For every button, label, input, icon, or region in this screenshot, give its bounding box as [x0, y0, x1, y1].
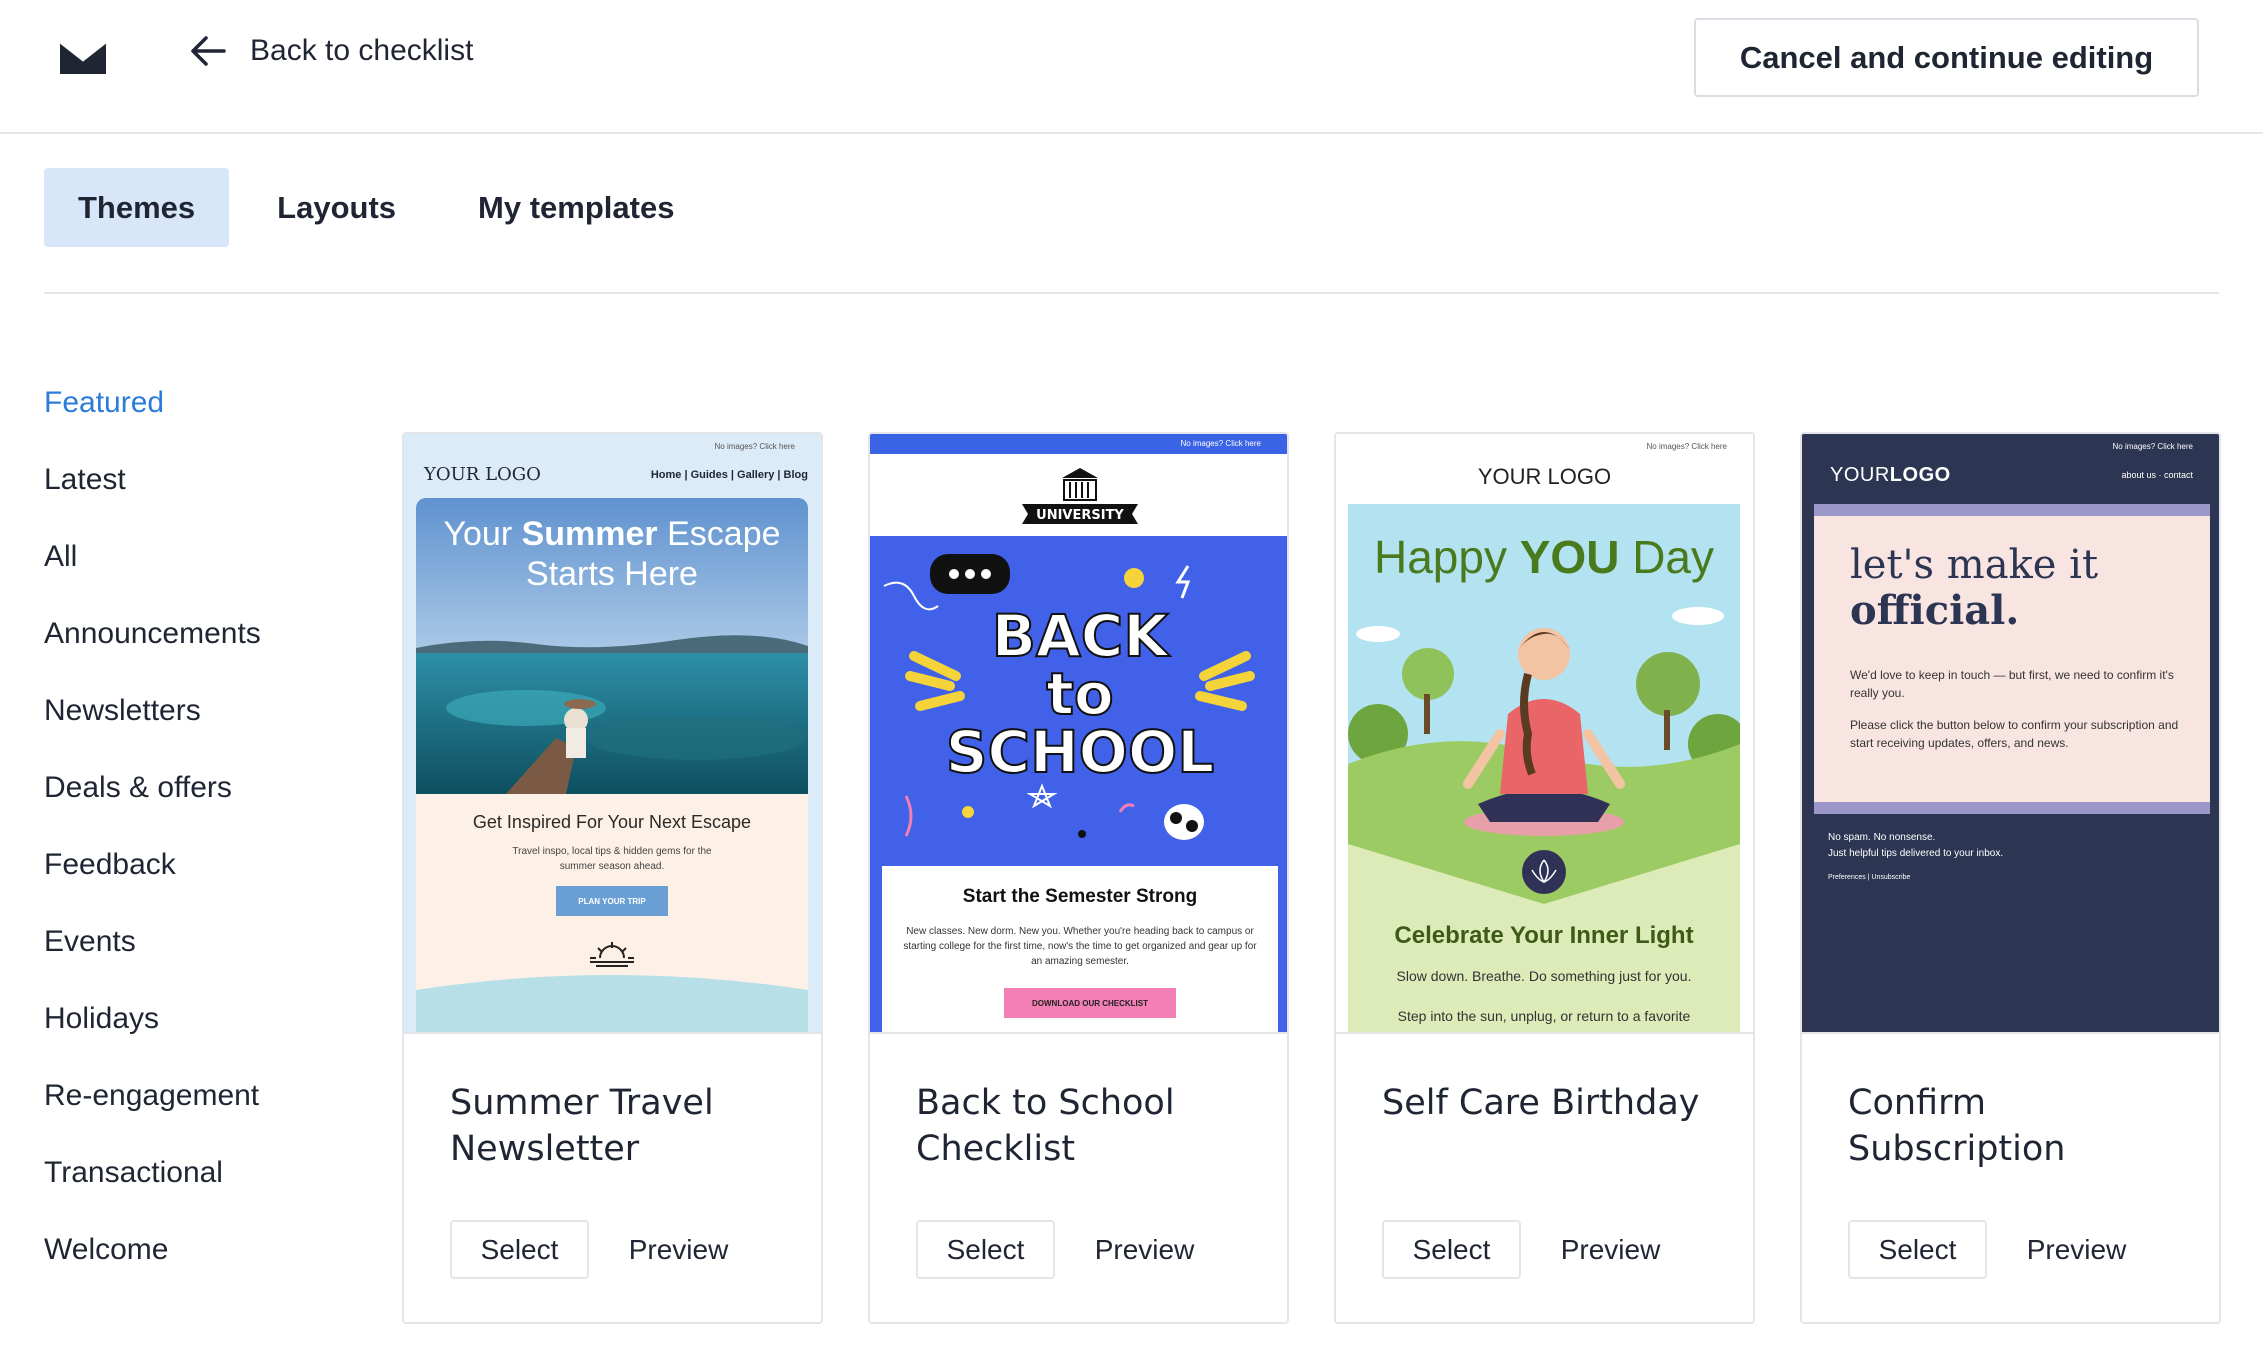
- preview-button[interactable]: Preview: [609, 1220, 748, 1279]
- email-content-box: Start the Semester Strong New classes. N…: [882, 866, 1278, 1032]
- tab-layouts[interactable]: Layouts: [243, 168, 430, 247]
- card-title: Confirm Subscription: [1848, 1083, 2066, 1169]
- hero-illustration: Happy YOU Day Celebrate Your Inner Light…: [1348, 504, 1740, 1032]
- email-heading: Start the Semester Strong: [962, 886, 1198, 907]
- hero-image: Your Summer Escape Starts Here: [416, 498, 808, 794]
- sidebar-item-feedback[interactable]: Feedback: [44, 848, 261, 925]
- template-thumbnail[interactable]: No images? Click here YOUR LOGO Happy YO…: [1336, 434, 1753, 1034]
- select-button[interactable]: Select: [1382, 1220, 1521, 1279]
- decorative-band: [1814, 504, 2210, 516]
- sun-icon: [590, 942, 634, 967]
- university-badge-icon: UNIVERSITY: [1022, 468, 1138, 524]
- email-subtitle: Get Inspired For Your Next Escape: [472, 812, 752, 832]
- arrow-left-icon: [191, 36, 226, 66]
- sidebar-item-announcements[interactable]: Announcements: [44, 617, 261, 694]
- template-card-self-care-birthday[interactable]: No images? Click here YOUR LOGO Happy YO…: [1334, 432, 1755, 1324]
- template-thumbnail[interactable]: No images? Click here YOURLOGO about us …: [1802, 434, 2219, 1034]
- svg-text:UNIVERSITY: UNIVERSITY: [1036, 508, 1124, 523]
- template-card-back-to-school[interactable]: No images? Click here UNIVERSITY BACK to…: [868, 432, 1289, 1324]
- email-body: New classes. New dorm. New you. Whether …: [903, 926, 1257, 967]
- preview-button[interactable]: Preview: [1075, 1220, 1214, 1279]
- email-headline: let's make it official.: [1850, 542, 2099, 634]
- back-to-checklist-link[interactable]: Back to checklist: [190, 34, 473, 68]
- email-footer-links: Preferences | Unsubscribe: [1828, 874, 1911, 881]
- tab-my-templates[interactable]: My templates: [444, 168, 708, 247]
- mailchimp-logo-icon[interactable]: [58, 38, 108, 78]
- email-heading: Celebrate Your Inner Light: [1394, 922, 1694, 949]
- email-body-2: Please click the button below to confirm…: [1850, 718, 2179, 750]
- email-nav-links: Home | Guides | Gallery | Blog: [650, 468, 808, 481]
- no-images-link: No images? Click here: [1646, 442, 1727, 451]
- email-brand-logo: YOURLOGO: [1830, 464, 1951, 486]
- select-button[interactable]: Select: [916, 1220, 1055, 1279]
- sidebar-item-re-engagement[interactable]: Re-engagement: [44, 1079, 261, 1156]
- template-tabs: Themes Layouts My templates: [44, 168, 708, 247]
- email-content-panel: let's make it official. We'd love to keep…: [1814, 516, 2210, 802]
- card-actions: Select Preview: [450, 1220, 748, 1279]
- email-body-line-2: Step into the sun, unplug, or return to …: [1397, 1008, 1691, 1024]
- sidebar-item-deals-offers[interactable]: Deals & offers: [44, 771, 261, 848]
- top-bar: Back to checklist Cancel and continue ed…: [0, 0, 2263, 134]
- hero-title: Your Summer Escape Starts Here: [443, 515, 781, 593]
- email-nav-links: about us · contact: [2121, 470, 2193, 480]
- email-body: Travel inspo, local tips & hidden gems f…: [512, 846, 712, 872]
- sidebar-item-transactional[interactable]: Transactional: [44, 1156, 261, 1233]
- email-brand-logo: YOUR LOGO: [424, 464, 541, 485]
- select-button[interactable]: Select: [1848, 1220, 1987, 1279]
- preview-button[interactable]: Preview: [1541, 1220, 1680, 1279]
- card-actions: Select Preview: [1848, 1220, 2146, 1279]
- email-body-line-1: Slow down. Breathe. Do something just fo…: [1396, 968, 1692, 984]
- sidebar-item-all[interactable]: All: [44, 540, 261, 617]
- decorative-band: [1814, 802, 2210, 814]
- plan-trip-cta: PLAN YOUR TRIP: [556, 886, 668, 916]
- template-thumbnail[interactable]: No images? Click here YOUR LOGO Home | G…: [404, 434, 821, 1034]
- no-images-link: No images? Click here: [1180, 439, 1261, 448]
- card-title: Self Care Birthday: [1382, 1083, 1700, 1123]
- email-footer-text: No spam. No nonsense. Just helpful tips …: [1828, 832, 2004, 859]
- tabs-divider: [44, 292, 2219, 294]
- back-label: Back to checklist: [250, 34, 474, 67]
- card-actions: Select Preview: [916, 1220, 1214, 1279]
- preview-button[interactable]: Preview: [2007, 1220, 2146, 1279]
- template-card-confirm-subscription[interactable]: No images? Click here YOURLOGO about us …: [1800, 432, 2221, 1324]
- select-button[interactable]: Select: [450, 1220, 589, 1279]
- no-images-link: No images? Click here: [2112, 442, 2193, 451]
- sidebar-item-events[interactable]: Events: [44, 925, 261, 1002]
- email-headline: Happy YOU Day: [1373, 531, 1715, 583]
- sidebar-item-welcome[interactable]: Welcome: [44, 1233, 261, 1310]
- svg-text:SCHOOL: SCHOOL: [946, 718, 1214, 786]
- sidebar-item-newsletters[interactable]: Newsletters: [44, 694, 261, 771]
- email-nav: YOUR LOGO Home | Guides | Gallery | Blog: [424, 464, 808, 485]
- sidebar-item-holidays[interactable]: Holidays: [44, 1002, 261, 1079]
- no-images-link: No images? Click here: [714, 442, 795, 451]
- email-body-1: We'd love to keep in touch — but first, …: [1850, 668, 2174, 700]
- template-thumbnail[interactable]: No images? Click here UNIVERSITY BACK to…: [870, 434, 1287, 1034]
- sidebar-item-latest[interactable]: Latest: [44, 463, 261, 540]
- email-brand-logo: YOUR LOGO: [1477, 464, 1612, 489]
- email-lower-section: Get Inspired For Your Next Escape Travel…: [416, 794, 808, 1032]
- cancel-and-continue-editing-button[interactable]: Cancel and continue editing: [1694, 18, 2199, 97]
- sidebar-item-featured[interactable]: Featured: [44, 386, 261, 463]
- download-checklist-cta: DOWNLOAD OUR CHECKLIST: [1004, 988, 1176, 1018]
- category-sidebar: Featured Latest All Announcements Newsle…: [44, 386, 261, 1310]
- card-title: Summer Travel Newsletter: [450, 1083, 714, 1169]
- card-actions: Select Preview: [1382, 1220, 1680, 1279]
- tab-themes[interactable]: Themes: [44, 168, 230, 247]
- template-card-summer-travel[interactable]: No images? Click here YOUR LOGO Home | G…: [402, 432, 823, 1324]
- email-top-strip: No images? Click here: [870, 434, 1287, 454]
- card-title: Back to School Checklist: [916, 1083, 1175, 1169]
